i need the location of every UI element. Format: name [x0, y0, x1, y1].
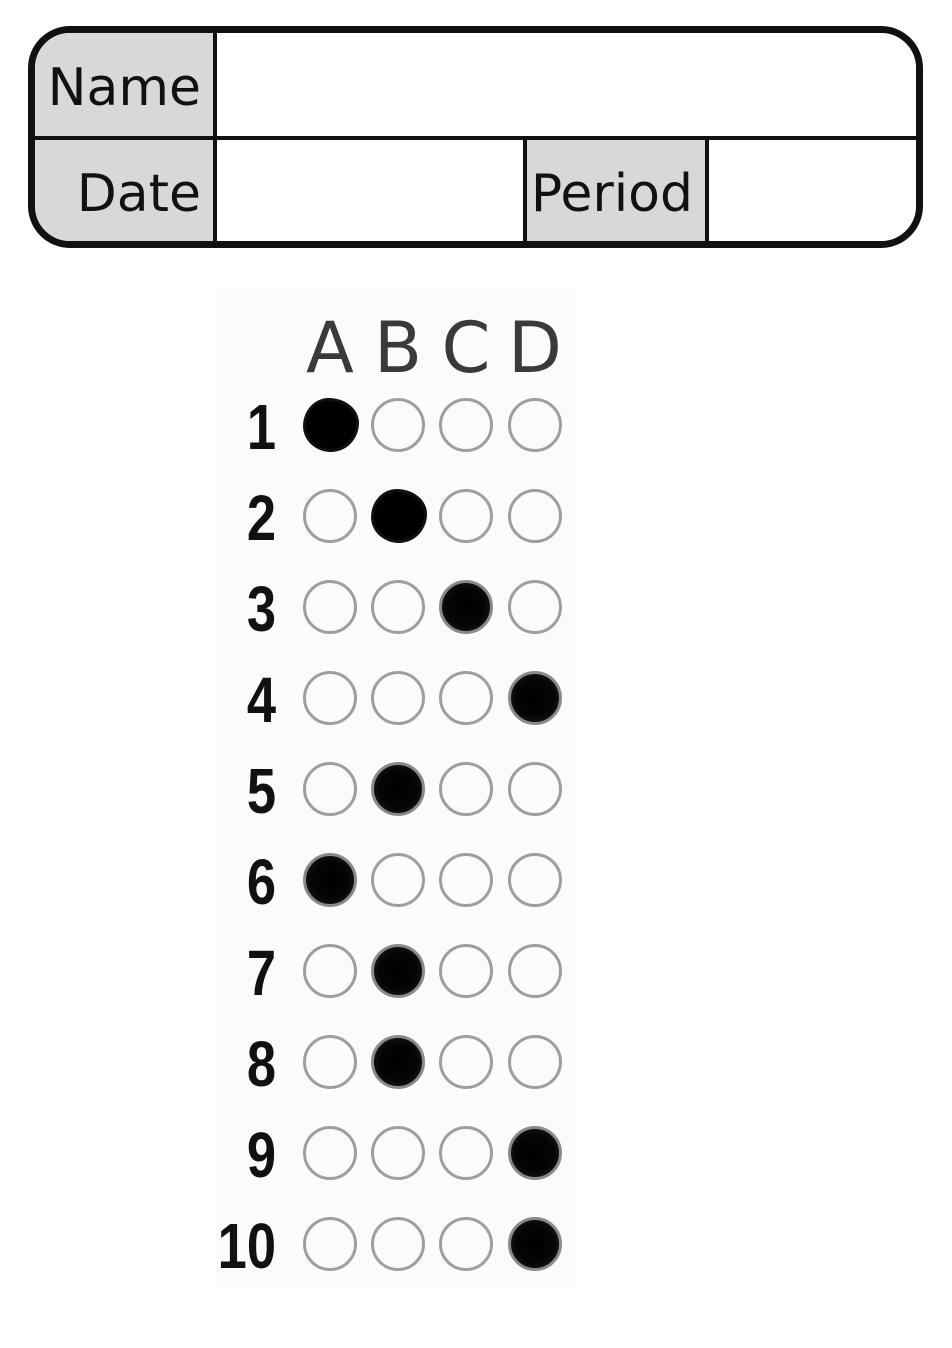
question-number: 10: [217, 1210, 276, 1282]
answer-bubble-1-c[interactable]: [439, 398, 493, 452]
question-number: 2: [246, 482, 276, 554]
question-number: 6: [246, 846, 276, 918]
column-header-c: C: [441, 307, 491, 389]
answer-bubble-8-a[interactable]: [303, 1035, 357, 1089]
answer-bubble-5-a[interactable]: [303, 762, 357, 816]
question-number: 5: [246, 755, 276, 827]
answer-bubble-4-c[interactable]: [439, 671, 493, 725]
answer-bubble-6-d[interactable]: [508, 853, 562, 907]
date-period-row: Date Period: [35, 140, 916, 241]
period-field[interactable]: [709, 140, 916, 241]
answer-bubble-3-c[interactable]: [439, 580, 493, 634]
answer-bubble-10-c[interactable]: [439, 1217, 493, 1271]
answer-bubble-5-d[interactable]: [508, 762, 562, 816]
column-header-b: B: [373, 307, 423, 389]
answer-bubble-1-d[interactable]: [508, 398, 562, 452]
answer-bubble-4-a[interactable]: [303, 671, 357, 725]
answer-bubble-10-a[interactable]: [303, 1217, 357, 1271]
answer-bubble-10-b[interactable]: [371, 1217, 425, 1271]
question-number: 1: [246, 391, 276, 463]
answer-bubble-2-d[interactable]: [508, 489, 562, 543]
answer-bubble-8-c[interactable]: [439, 1035, 493, 1089]
period-label: Period: [523, 140, 709, 241]
name-field[interactable]: [217, 33, 916, 136]
answer-bubble-8-b[interactable]: [371, 1035, 425, 1089]
question-number: 4: [246, 664, 276, 736]
answer-bubble-2-c[interactable]: [439, 489, 493, 543]
answer-bubble-1-b[interactable]: [371, 398, 425, 452]
student-info-box: Name Date Period: [28, 26, 923, 248]
answer-bubble-7-d[interactable]: [508, 944, 562, 998]
name-label: Name: [35, 33, 217, 136]
answer-bubble-9-c[interactable]: [439, 1126, 493, 1180]
answer-bubble-2-a[interactable]: [303, 489, 357, 543]
question-number: 7: [246, 937, 276, 1009]
column-header-a: A: [306, 307, 354, 389]
question-number: 9: [246, 1119, 276, 1191]
answer-bubble-6-c[interactable]: [439, 853, 493, 907]
name-row: Name: [35, 33, 916, 140]
answer-bubble-8-d[interactable]: [508, 1035, 562, 1089]
answer-bubble-7-c[interactable]: [439, 944, 493, 998]
answer-bubble-5-b[interactable]: [371, 762, 425, 816]
answer-bubble-4-d[interactable]: [508, 671, 562, 725]
column-header-d: D: [508, 307, 562, 389]
answer-bubble-4-b[interactable]: [371, 671, 425, 725]
answer-bubble-7-a[interactable]: [303, 944, 357, 998]
answer-bubble-3-b[interactable]: [371, 580, 425, 634]
date-label: Date: [35, 140, 217, 241]
answer-bubble-5-c[interactable]: [439, 762, 493, 816]
question-number: 8: [246, 1028, 276, 1100]
answer-bubble-7-b[interactable]: [371, 944, 425, 998]
answer-bubble-9-a[interactable]: [303, 1126, 357, 1180]
question-number: 3: [246, 573, 276, 645]
answer-bubble-3-a[interactable]: [303, 580, 357, 634]
date-field[interactable]: [217, 140, 523, 241]
answer-bubble-3-d[interactable]: [508, 580, 562, 634]
answer-bubble-10-d[interactable]: [508, 1217, 562, 1271]
answer-bubble-6-b[interactable]: [371, 853, 425, 907]
answer-bubble-6-a[interactable]: [303, 853, 357, 907]
answer-bubble-9-d[interactable]: [508, 1126, 562, 1180]
answer-bubble-9-b[interactable]: [371, 1126, 425, 1180]
